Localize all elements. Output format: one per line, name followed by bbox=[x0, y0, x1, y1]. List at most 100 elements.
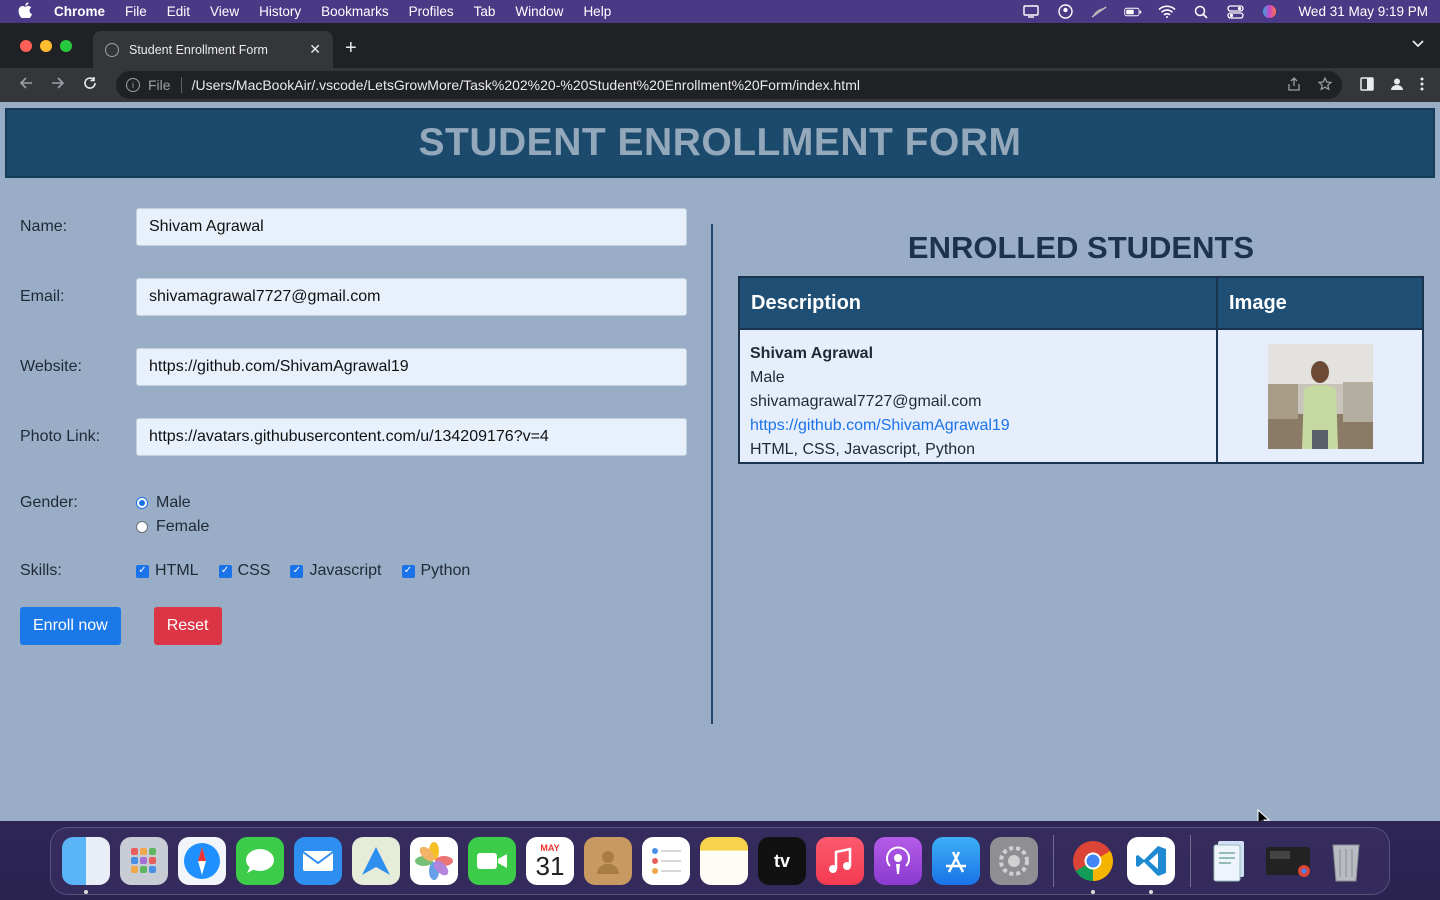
menu-window[interactable]: Window bbox=[515, 4, 563, 19]
globe-icon bbox=[105, 42, 119, 57]
gender-male-option[interactable]: Male bbox=[136, 494, 209, 512]
address-bar[interactable]: i File /Users/MacBookAir/.vscode/LetsGro… bbox=[116, 71, 1342, 99]
music-icon[interactable] bbox=[816, 837, 864, 885]
male-radio[interactable] bbox=[136, 497, 148, 509]
facetime-icon[interactable] bbox=[468, 837, 516, 885]
apple-tv-icon[interactable]: tv bbox=[758, 837, 806, 885]
tab-title: Student Enrollment Form bbox=[129, 42, 268, 57]
reset-button[interactable]: Reset bbox=[153, 607, 222, 645]
css-checkbox[interactable]: ✓ bbox=[218, 564, 232, 578]
reminders-icon[interactable] bbox=[642, 837, 690, 885]
photo-link-input[interactable]: https://avatars.githubusercontent.com/u/… bbox=[136, 418, 687, 456]
apple-icon[interactable] bbox=[18, 1, 40, 22]
gender-row: Gender: Male Female bbox=[20, 494, 209, 536]
photo-link-row: Photo Link: https://avatars.githubuserco… bbox=[20, 418, 687, 456]
finder-icon[interactable] bbox=[62, 837, 110, 894]
mouse-cursor-icon bbox=[1257, 809, 1271, 821]
website-label: Website: bbox=[20, 358, 82, 375]
downloads-stack-icon[interactable] bbox=[1206, 837, 1254, 885]
menu-help[interactable]: Help bbox=[583, 4, 611, 19]
menu-tab[interactable]: Tab bbox=[474, 4, 496, 19]
table-header-row: Description Image bbox=[738, 276, 1424, 330]
podcasts-icon[interactable] bbox=[874, 837, 922, 885]
name-input[interactable]: Shivam Agrawal bbox=[136, 208, 687, 246]
skill-html-option[interactable]: ✓ HTML bbox=[136, 562, 199, 580]
battery-icon[interactable] bbox=[1124, 5, 1142, 19]
messages-icon[interactable] bbox=[236, 837, 284, 885]
skills-options: ✓ HTML ✓ CSS ✓ Javascript ✓ Python bbox=[136, 562, 470, 580]
female-label: Female bbox=[156, 518, 210, 535]
system-preferences-icon[interactable] bbox=[990, 837, 1038, 885]
fullscreen-window-button[interactable] bbox=[60, 39, 72, 52]
control-center-icon[interactable] bbox=[1226, 4, 1244, 19]
python-checkbox[interactable]: ✓ bbox=[401, 564, 415, 578]
menu-edit[interactable]: Edit bbox=[167, 4, 190, 19]
minimize-window-button[interactable] bbox=[40, 39, 52, 52]
tv-label: tv bbox=[773, 850, 790, 871]
contacts-icon[interactable] bbox=[584, 837, 632, 885]
menu-app-name[interactable]: Chrome bbox=[54, 4, 105, 19]
side-panel-icon[interactable] bbox=[1360, 76, 1374, 94]
trash-icon[interactable] bbox=[1322, 837, 1370, 885]
skill-python-option[interactable]: ✓ Python bbox=[401, 562, 471, 580]
student-website-link[interactable]: https://github.com/ShivamAgrawal19 bbox=[750, 414, 1206, 438]
safari-icon[interactable] bbox=[178, 837, 226, 885]
chevron-down-icon[interactable] bbox=[1412, 37, 1424, 51]
url-text[interactable]: /Users/MacBookAir/.vscode/LetsGrowMore/T… bbox=[192, 77, 860, 93]
close-window-button[interactable] bbox=[20, 39, 32, 52]
launchpad-icon[interactable] bbox=[120, 837, 168, 885]
wifi-icon[interactable] bbox=[1158, 5, 1176, 19]
share-icon[interactable] bbox=[1288, 76, 1300, 94]
photos-icon[interactable] bbox=[410, 837, 458, 885]
kebab-menu-icon[interactable] bbox=[1420, 77, 1424, 94]
python-label: Python bbox=[420, 562, 471, 579]
description-cell: Shivam Agrawal Male shivamagrawal7727@gm… bbox=[738, 328, 1218, 464]
bookmark-star-icon[interactable] bbox=[1317, 76, 1333, 94]
calendar-icon[interactable]: MAY 31 bbox=[526, 837, 574, 885]
female-radio[interactable] bbox=[136, 521, 148, 533]
enrolled-students-panel: ENROLLED STUDENTS Description Image Shiv… bbox=[738, 230, 1424, 464]
skill-javascript-option[interactable]: ✓ Javascript bbox=[290, 562, 382, 580]
name-label: Name: bbox=[20, 218, 68, 235]
maps-icon[interactable] bbox=[352, 837, 400, 885]
skill-css-option[interactable]: ✓ CSS bbox=[218, 562, 270, 580]
website-input[interactable]: https://github.com/ShivamAgrawal19 bbox=[136, 348, 687, 386]
close-tab-icon[interactable]: ✕ bbox=[309, 41, 321, 58]
name-row: Name: Shivam Agrawal bbox=[20, 208, 687, 246]
macos-menubar: Chrome File Edit View History Bookmarks … bbox=[0, 0, 1440, 23]
form-actions: Enroll now Reset bbox=[20, 607, 222, 645]
mail-icon[interactable] bbox=[294, 837, 342, 885]
search-icon[interactable] bbox=[1192, 5, 1210, 19]
info-icon[interactable]: i bbox=[126, 78, 140, 92]
menubar-clock[interactable]: Wed 31 May 9:19 PM bbox=[1298, 4, 1428, 19]
enroll-now-button[interactable]: Enroll now bbox=[20, 607, 121, 645]
menu-history[interactable]: History bbox=[259, 4, 301, 19]
email-input[interactable]: shivamagrawal7727@gmail.com bbox=[136, 278, 687, 316]
menu-bookmarks[interactable]: Bookmarks bbox=[321, 4, 389, 19]
vscode-icon[interactable] bbox=[1127, 837, 1175, 894]
screenshots-stack-icon[interactable] bbox=[1264, 837, 1312, 885]
gender-female-option[interactable]: Female bbox=[136, 518, 209, 536]
menu-view[interactable]: View bbox=[210, 4, 239, 19]
menu-file[interactable]: File bbox=[125, 4, 147, 19]
html-checkbox[interactable]: ✓ bbox=[136, 564, 149, 578]
tab-strip: Student Enrollment Form ✕ + bbox=[0, 23, 1440, 68]
new-tab-icon[interactable]: + bbox=[345, 37, 357, 60]
enrolled-title: ENROLLED STUDENTS bbox=[907, 230, 1255, 265]
forward-arrow-icon[interactable] bbox=[42, 76, 74, 95]
tab-student-enrollment[interactable]: Student Enrollment Form ✕ bbox=[93, 31, 333, 68]
javascript-checkbox[interactable]: ✓ bbox=[290, 564, 304, 578]
back-arrow-icon[interactable] bbox=[10, 76, 42, 95]
reload-icon[interactable] bbox=[74, 76, 106, 95]
profile-icon[interactable] bbox=[1390, 77, 1404, 94]
user-circle-icon[interactable] bbox=[1056, 4, 1074, 19]
display-icon[interactable] bbox=[1022, 5, 1040, 19]
menu-profiles[interactable]: Profiles bbox=[409, 4, 454, 19]
siri-icon[interactable] bbox=[1260, 5, 1278, 19]
running-indicator bbox=[84, 890, 88, 894]
chrome-icon[interactable] bbox=[1069, 837, 1117, 894]
app-store-icon[interactable] bbox=[932, 837, 980, 885]
browser-window: Student Enrollment Form ✕ + i File /User… bbox=[0, 23, 1440, 821]
notes-icon[interactable] bbox=[700, 837, 748, 885]
mute-icon[interactable] bbox=[1090, 5, 1108, 19]
